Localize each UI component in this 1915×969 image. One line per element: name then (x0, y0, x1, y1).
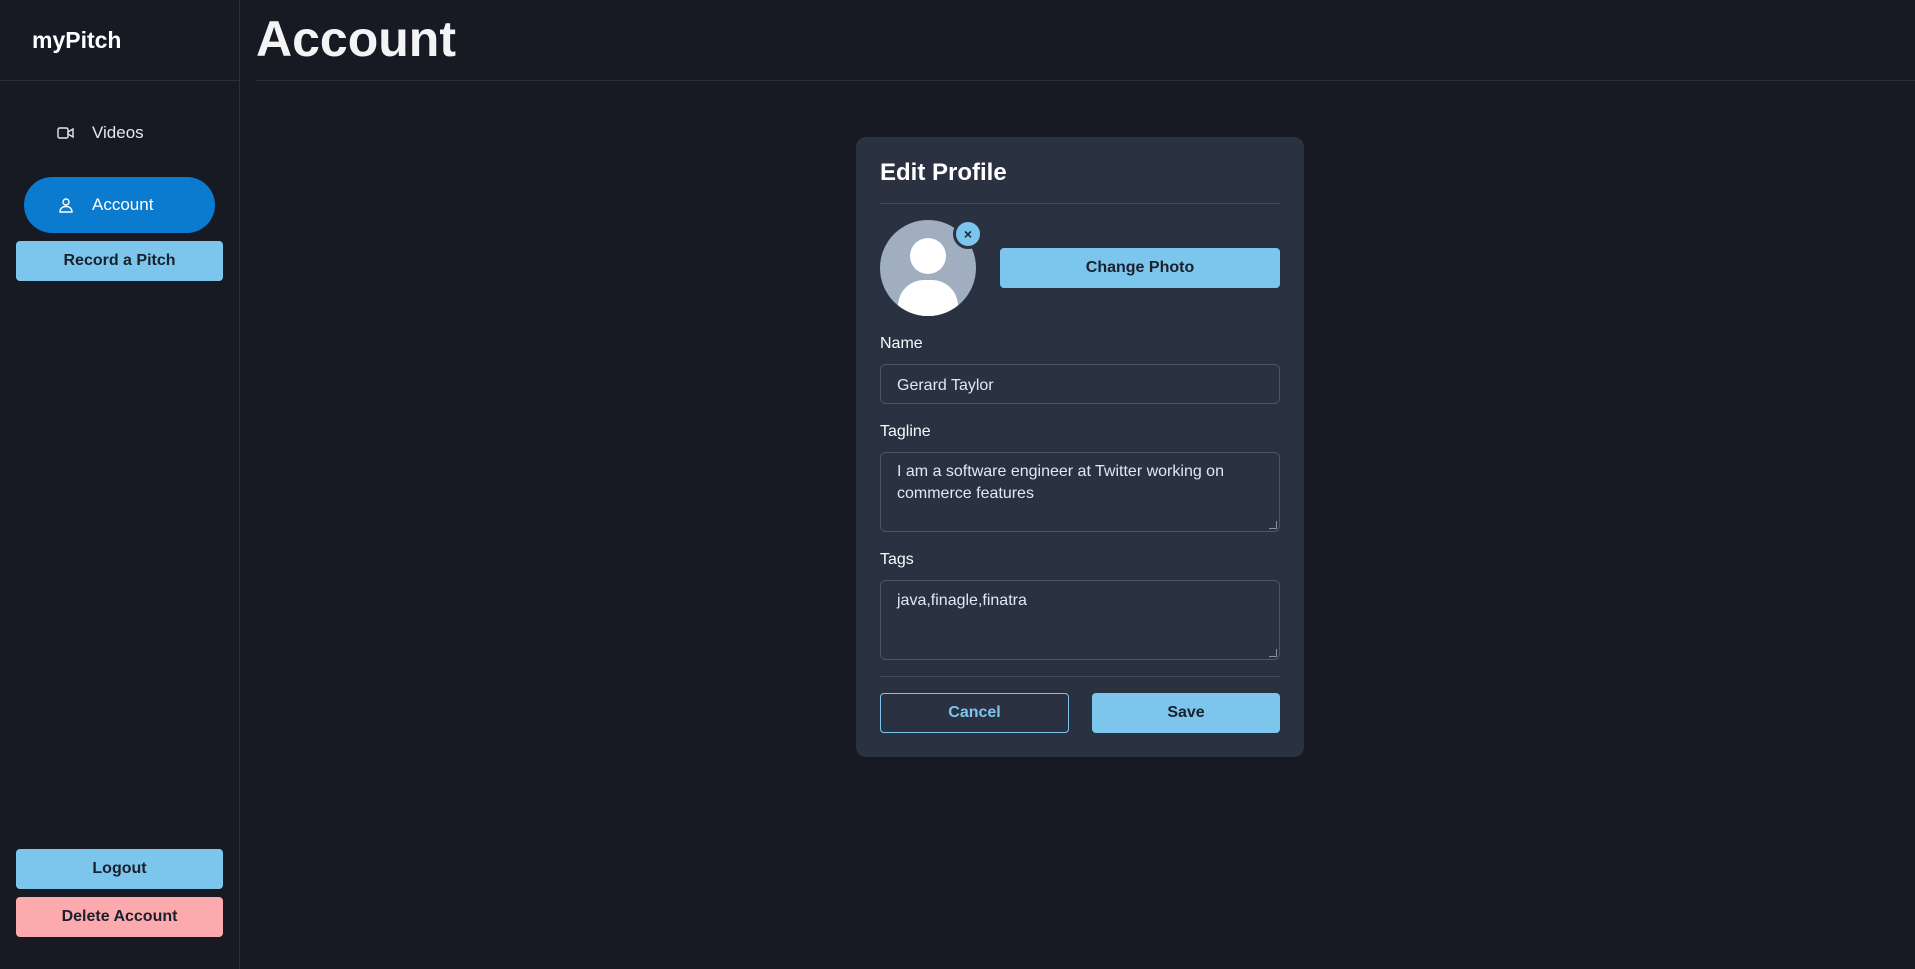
sidebar-item-videos[interactable]: Videos (24, 105, 215, 161)
sidebar-item-label: Videos (92, 123, 144, 142)
header-divider (256, 80, 1915, 81)
modal-header-divider (880, 203, 1280, 204)
name-field-value: Gerard Taylor (897, 377, 994, 394)
tags-textarea-value: java,finagle,finatra (897, 592, 1027, 609)
remove-photo-button[interactable]: × (953, 219, 983, 249)
close-icon: × (963, 226, 973, 242)
tags-label: Tags (880, 551, 914, 568)
resize-handle-icon[interactable] (1269, 649, 1277, 657)
modal-footer-divider (880, 676, 1280, 677)
change-photo-button[interactable]: Change Photo (1000, 248, 1280, 288)
save-button[interactable]: Save (1092, 693, 1280, 733)
page-title: Account (256, 11, 456, 67)
cancel-button[interactable]: Cancel (880, 693, 1069, 733)
video-icon (56, 123, 76, 143)
resize-handle-icon[interactable] (1269, 521, 1277, 529)
sidebar-item-account[interactable]: Account (24, 177, 215, 233)
record-pitch-button[interactable]: Record a Pitch (16, 241, 223, 281)
modal-title: Edit Profile (880, 159, 1007, 186)
tagline-label: Tagline (880, 423, 931, 440)
edit-profile-modal: Edit Profile × Change Photo Name Gerard … (856, 137, 1304, 757)
name-label: Name (880, 335, 923, 352)
delete-account-button[interactable]: Delete Account (16, 897, 223, 937)
avatar-body-shape (898, 280, 958, 316)
sidebar: myPitch Videos Account Record a Pitch Lo… (0, 0, 240, 969)
sidebar-item-label: Account (92, 195, 154, 214)
tags-textarea[interactable]: java,finagle,finatra (880, 580, 1280, 660)
tagline-textarea-value: I am a software engineer at Twitter work… (897, 463, 1224, 502)
sidebar-nav: Videos Account (0, 81, 239, 233)
logout-button[interactable]: Logout (16, 849, 223, 889)
brand-logo[interactable]: myPitch (0, 0, 239, 81)
tagline-textarea[interactable]: I am a software engineer at Twitter work… (880, 452, 1280, 532)
user-icon (56, 195, 76, 215)
name-field[interactable]: Gerard Taylor (880, 364, 1280, 404)
avatar-head-shape (910, 238, 946, 274)
